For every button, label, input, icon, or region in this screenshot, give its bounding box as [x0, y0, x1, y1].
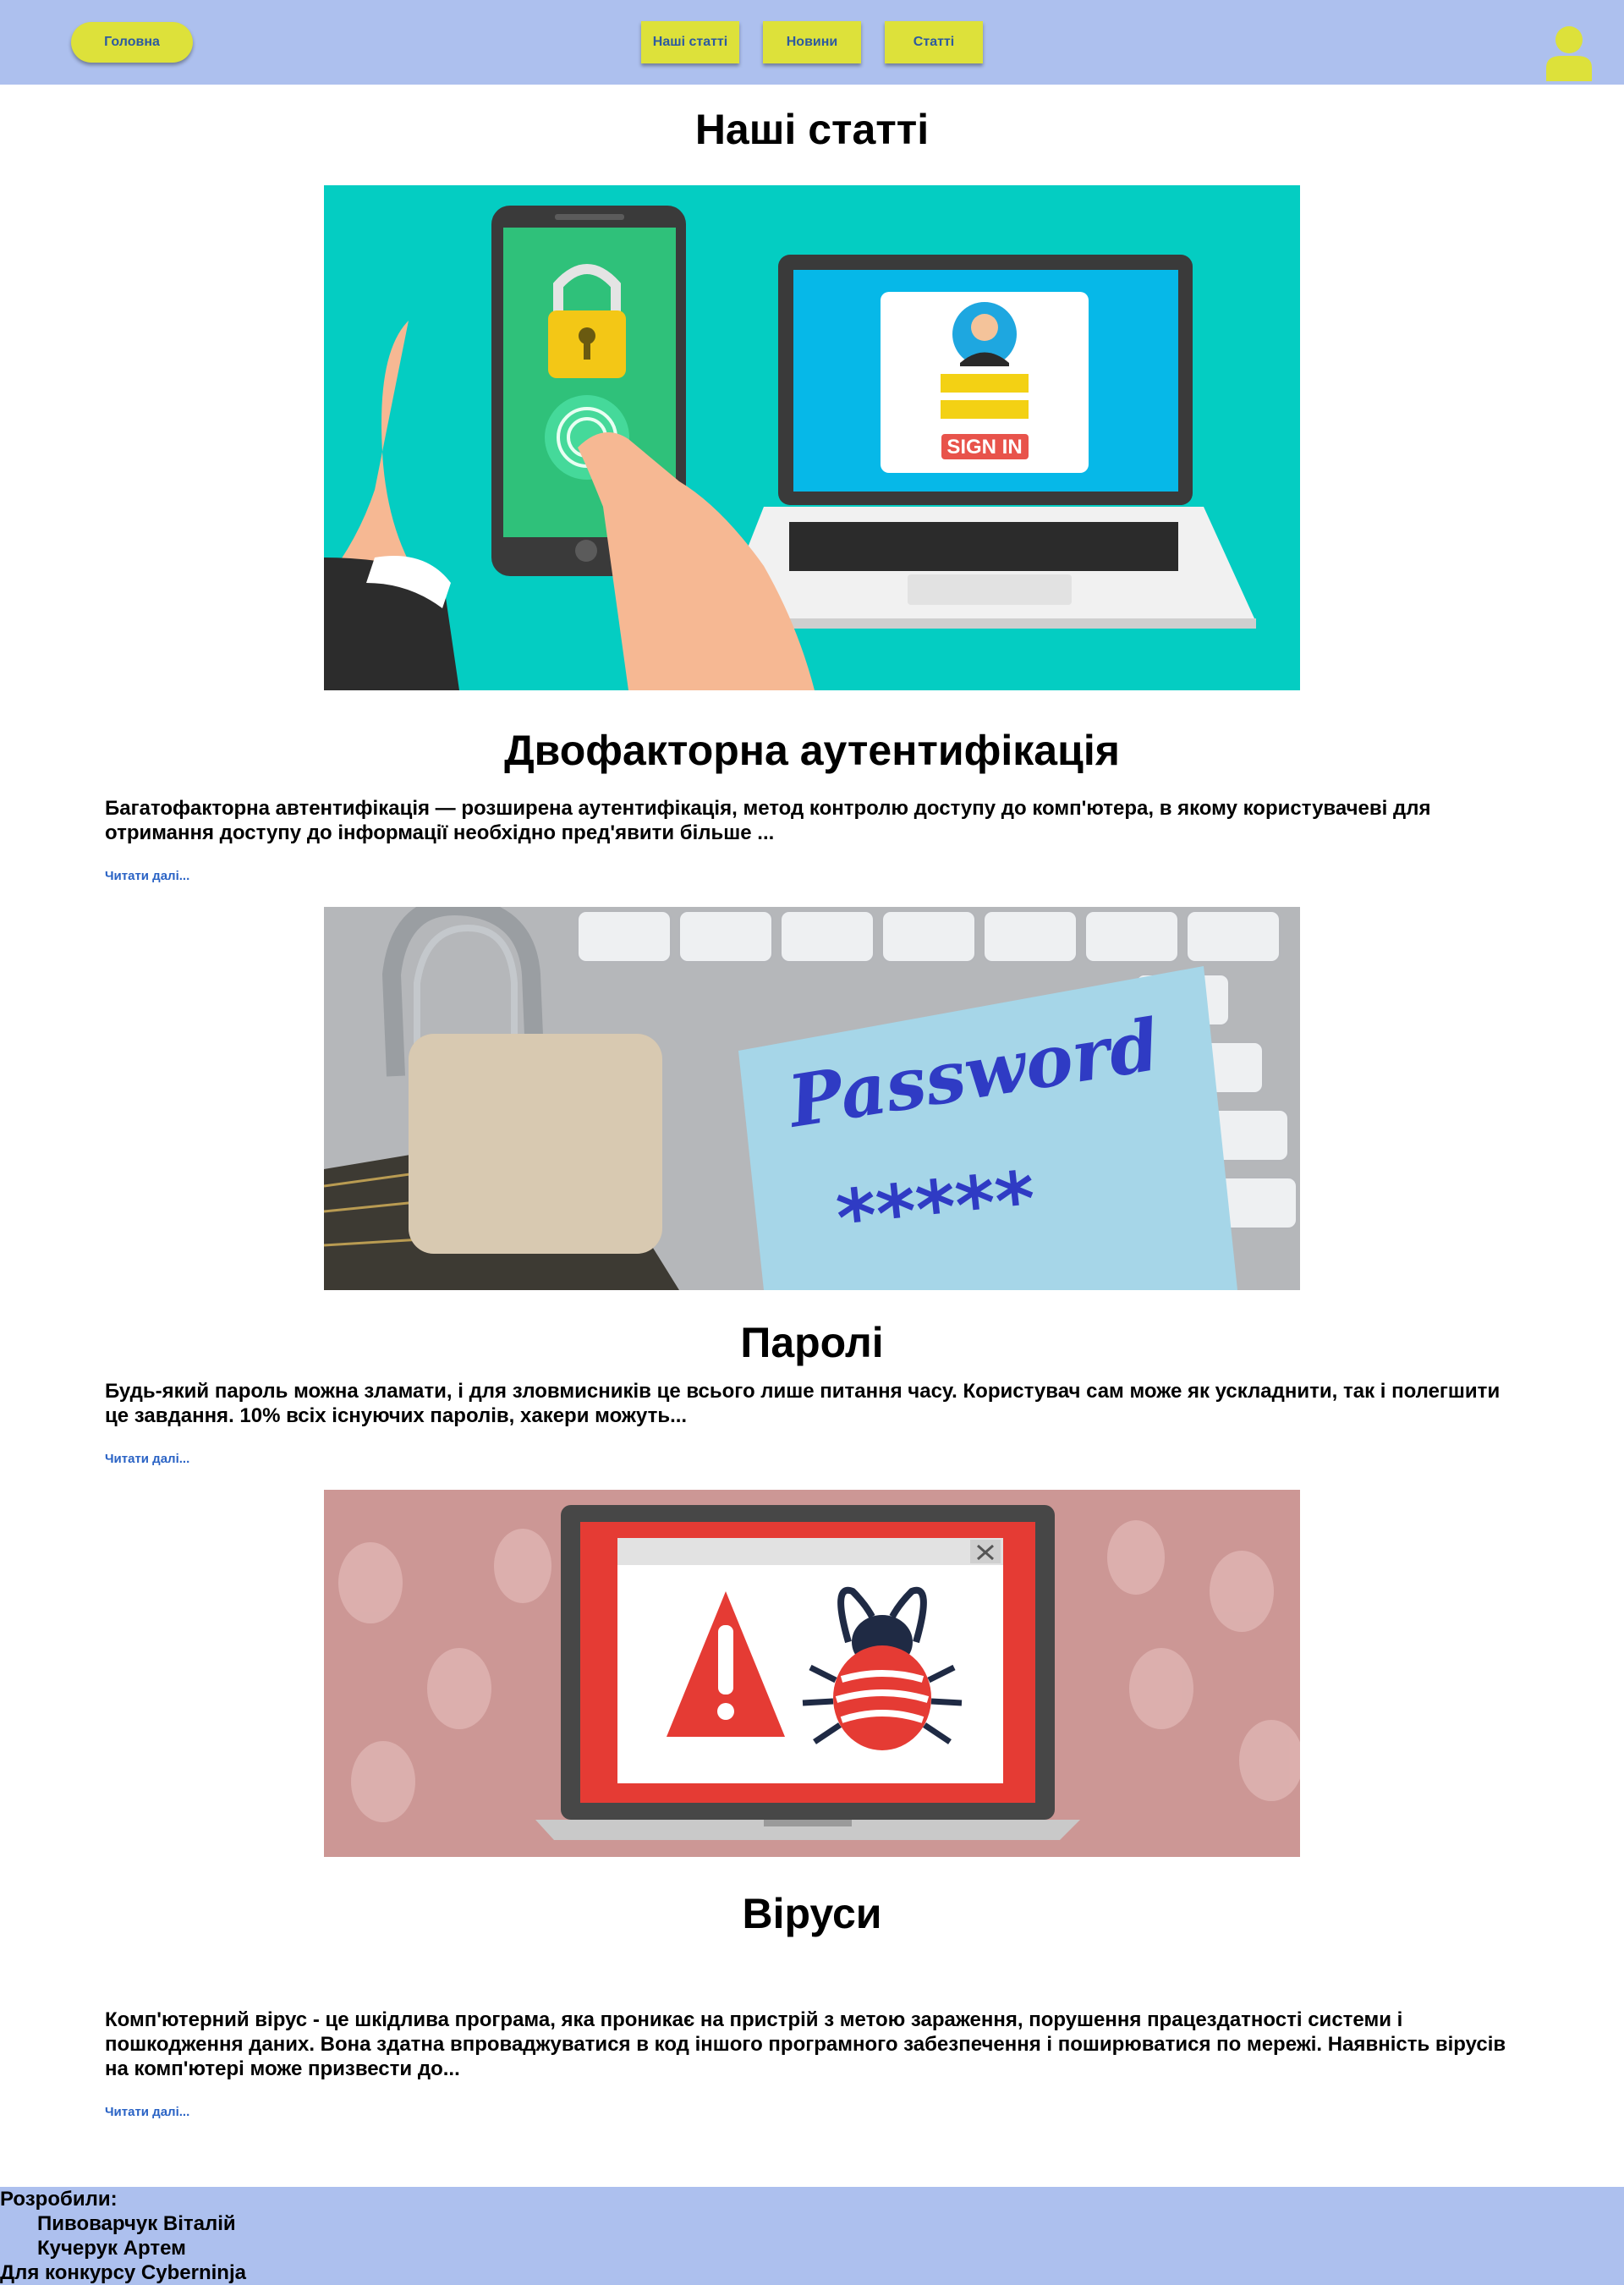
read-more-link[interactable]: Читати далі...: [105, 1452, 189, 1466]
nav-our-articles-button[interactable]: Наші статті: [641, 21, 739, 63]
article-excerpt: Будь-який пароль можна зламати, і для зл…: [105, 1380, 1501, 1427]
read-more-link[interactable]: Читати далі...: [105, 2105, 189, 2119]
read-more-link[interactable]: Читати далі...: [105, 869, 189, 883]
article-title: Паролі: [740, 1319, 884, 1366]
passwords-image: Password *****: [324, 907, 1300, 1290]
top-nav-bar: Головна Наші статті Новини Статті: [0, 0, 1624, 85]
viruses-image: [324, 1490, 1300, 1857]
footer-author: Кучерук Артем: [37, 2237, 186, 2260]
footer-developed-by: Розробили:: [0, 2188, 118, 2211]
footer-author: Пивоварчук Віталій: [37, 2212, 236, 2235]
sign-in-image-text: SIGN IN: [946, 436, 1022, 459]
article-excerpt: Багатофакторна автентифікація — розширен…: [105, 797, 1431, 844]
footer-contest: Для конкурсу Cyberninja: [0, 2261, 246, 2284]
nav-news-button[interactable]: Новини: [763, 21, 861, 63]
two-factor-auth-image: SIGN IN: [324, 185, 1300, 690]
footer: Розробили: Пивоварчук Віталій Кучерук Ар…: [0, 2187, 1624, 2285]
article-excerpt: Комп'ютерний вірус - це шкідлива програм…: [105, 2008, 1506, 2080]
page-title: Наші статті: [694, 106, 930, 153]
article-title: Віруси: [742, 1890, 882, 1937]
article-title: Двофакторна аутентифікація: [504, 727, 1120, 774]
nav-articles-button[interactable]: Статті: [885, 21, 983, 63]
home-button[interactable]: Головна: [71, 22, 193, 63]
user-icon[interactable]: [1544, 25, 1594, 81]
